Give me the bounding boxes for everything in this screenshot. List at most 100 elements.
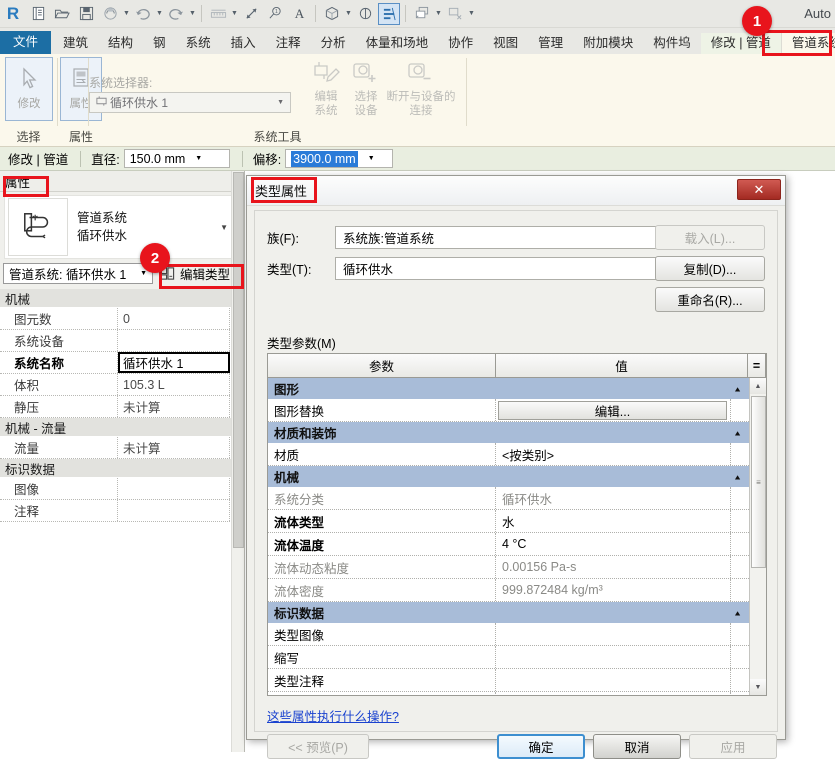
property-row[interactable]: 图像 [0,478,244,500]
param-value[interactable] [496,692,731,695]
type-selector-combo[interactable]: 管道系统: 循环供水 1 ▼ [3,263,153,284]
undo-icon[interactable] [132,3,154,25]
table-row[interactable]: URL [268,692,749,695]
save-icon[interactable] [75,3,97,25]
apply-button[interactable]: 应用 [689,734,777,759]
diameter-combo[interactable]: 150.0 mm ▼ [123,149,230,168]
scroll-down-icon[interactable]: ▼ [750,679,766,695]
param-group-header[interactable]: 图形 ▲ [268,378,749,399]
table-row[interactable]: 材质 <按类别> [268,443,749,466]
ribbon-tab-file[interactable]: 文件 [0,30,52,54]
modify-button[interactable]: 修改 [5,57,53,121]
param-group-header[interactable]: 标识数据 ▲ [268,602,749,623]
disconnect-equipment-button[interactable]: 断开与设备的 连接 [385,56,457,119]
ribbon-tab-view[interactable]: 视图 [483,33,528,55]
chevron-down-icon[interactable]: ▼ [368,155,375,162]
new-project-icon[interactable] [27,3,49,25]
scrollbar-thumb[interactable] [233,172,244,548]
ribbon-tab-modify-pipe[interactable]: 修改 | 管道 [700,32,781,54]
property-row-system-name[interactable]: 系统名称 循环供水 1 [0,352,244,374]
property-row[interactable]: 体积 105.3 L [0,374,244,396]
ribbon-tab-systems[interactable]: 系统 [176,33,221,55]
ribbon-tab-insert[interactable]: 插入 [221,33,266,55]
ribbon-tab-structure[interactable]: 结构 [98,33,143,55]
param-value[interactable]: 水 [496,510,731,532]
help-link[interactable]: 这些属性执行什么操作? [267,706,399,725]
close-hidden-windows-icon[interactable] [411,3,433,25]
measure-icon[interactable] [207,3,229,25]
chevron-down-icon[interactable]: ▼ [220,223,228,232]
default-3d-view-icon[interactable] [321,3,343,25]
section-icon[interactable] [354,3,376,25]
system-selector-combo[interactable]: 循环供水 1 ▼ [89,92,291,113]
property-row[interactable]: 流量 未计算 [0,437,244,459]
type-combo[interactable]: 循环供水 ▼ [335,256,687,280]
collapse-chevron-icon[interactable]: ▲ [733,473,742,481]
thin-lines-icon[interactable] [378,2,400,25]
table-row[interactable]: 流体温度 4 °C [268,533,749,556]
param-value[interactable]: <按类别> [496,443,731,465]
param-value[interactable]: 4 °C [496,533,731,555]
measure-dropdown-caret[interactable]: ▼ [230,3,239,25]
table-row[interactable]: 缩写 [268,646,749,669]
rename-button[interactable]: 重命名(R)... [655,287,765,312]
chevron-down-icon[interactable]: ▼ [277,99,284,106]
ribbon-tab-pipe-systems[interactable]: 管道系统 [780,32,835,54]
param-group-header[interactable]: 材质和装饰 ▲ [268,422,749,443]
tag-icon[interactable]: 1 [264,3,286,25]
switch-windows-icon[interactable] [444,3,466,25]
properties-scrollbar[interactable] [231,171,244,752]
table-row[interactable]: 图形替换 编辑... [268,399,749,422]
undo-dropdown-caret[interactable]: ▼ [155,3,164,25]
property-value-input[interactable]: 循环供水 1 [118,352,230,373]
preview-button[interactable]: << 预览(P) [267,734,369,759]
ribbon-tab-architecture[interactable]: 建筑 [53,33,98,55]
redo-dropdown-caret[interactable]: ▼ [188,3,197,25]
close-windows-caret[interactable]: ▼ [434,3,443,25]
offset-combo[interactable]: 3900.0 mm ▼ [285,149,394,168]
property-row[interactable]: 图元数 0 [0,308,244,330]
family-combo[interactable]: 系统族:管道系统 ▼ [335,225,687,249]
offset-value[interactable]: 3900.0 mm [291,150,358,167]
select-equipment-button[interactable]: 选择 设备 [344,56,388,119]
param-value[interactable] [496,669,731,691]
ribbon-tab-analyze[interactable]: 分析 [311,33,356,55]
ribbon-tab-manage[interactable]: 管理 [528,33,573,55]
properties-group-header[interactable]: 机械 - 流量 ▲ [0,418,244,437]
property-row[interactable]: 静压 未计算 [0,396,244,418]
load-button[interactable]: 载入(L)... [655,225,765,250]
table-row[interactable]: 类型图像 [268,623,749,646]
cancel-button[interactable]: 取消 [593,734,681,759]
edit-system-button[interactable]: 编辑 系统 [304,56,348,119]
table-row[interactable]: 类型注释 [268,669,749,692]
ribbon-tab-steel[interactable]: 钢 [143,33,176,55]
properties-group-header[interactable]: 标识数据 ▲ [0,459,244,478]
param-value[interactable] [496,623,731,645]
redo-icon[interactable] [165,3,187,25]
scroll-up-icon[interactable]: ▲ [750,378,766,394]
table-scrollbar[interactable]: ▲ ≡ ▼ [749,378,766,695]
ribbon-tab-collaborate[interactable]: 协作 [438,33,483,55]
property-value[interactable] [118,500,230,521]
duplicate-button[interactable]: 复制(D)... [655,256,765,281]
param-group-header[interactable]: 机械 ▲ [268,466,749,487]
ribbon-tab-addins[interactable]: 附加模块 [573,33,643,55]
ribbon-tab-component-dock[interactable]: 构件坞 [643,33,701,55]
property-value[interactable] [118,330,230,351]
property-value[interactable]: 0 [118,308,230,329]
param-value[interactable] [496,646,731,668]
ok-button[interactable]: 确定 [497,734,585,759]
ribbon-tab-massing-site[interactable]: 体量和场地 [356,33,439,55]
collapse-chevron-icon[interactable]: ▲ [733,385,742,393]
customize-qat-icon[interactable]: ▼ [467,3,476,25]
save-as-dropdown-caret[interactable]: ▼ [122,3,131,25]
table-row[interactable]: 流体类型 水 [268,510,749,533]
close-icon[interactable]: ✕ [737,179,781,200]
text-icon[interactable]: A [288,3,310,25]
graphic-override-edit-button[interactable]: 编辑... [498,400,727,420]
collapse-chevron-icon[interactable]: ▲ [733,609,742,617]
chevron-down-icon[interactable]: ▼ [195,155,202,162]
properties-group-header[interactable]: 机械 ▲ [0,289,244,308]
chevron-down-icon[interactable]: ▼ [140,270,147,277]
edit-type-button[interactable]: 编辑类型 [160,264,230,283]
